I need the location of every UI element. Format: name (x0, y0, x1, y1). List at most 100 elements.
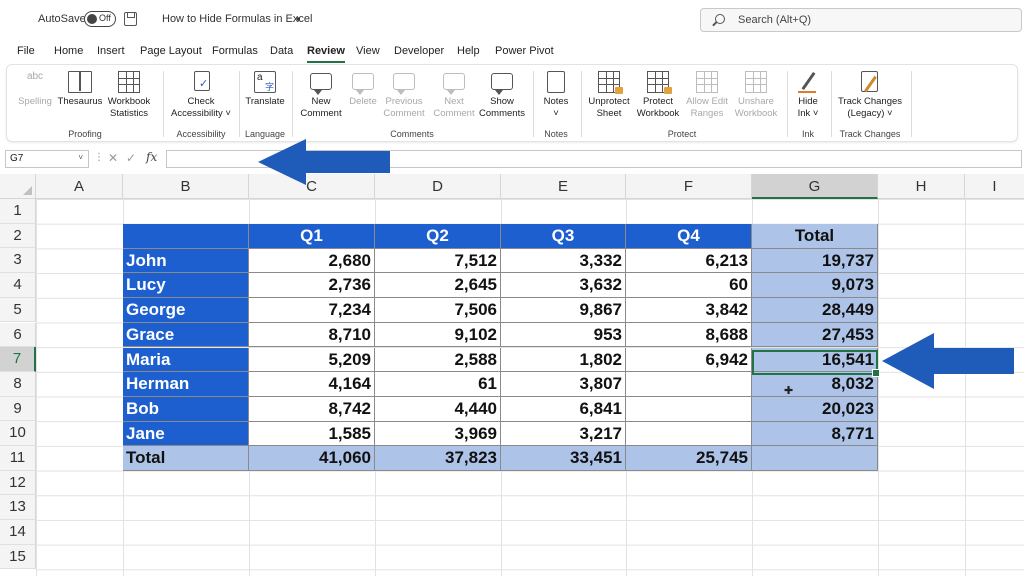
table-value-cell[interactable]: 61 (375, 372, 501, 397)
formula-bar-grip-icon[interactable]: ⋮ (94, 152, 104, 163)
table-value-cell[interactable]: 9,102 (375, 322, 501, 348)
table-value-cell[interactable] (626, 372, 752, 397)
title-dropdown-icon[interactable]: ▾ (296, 14, 301, 25)
save-icon[interactable] (124, 12, 137, 26)
table-name-cell[interactable]: Maria (123, 347, 249, 373)
table-total-cell[interactable]: 27,453 (752, 322, 878, 348)
tab-view[interactable]: View (356, 45, 380, 57)
table-value-cell[interactable]: 4,440 (375, 396, 501, 422)
table-header-cell[interactable]: Q4 (626, 224, 752, 249)
check-accessibility-button[interactable]: Check Accessibility ˅ (167, 71, 235, 120)
row-header-11[interactable]: 11 (0, 446, 36, 471)
table-value-cell[interactable]: 3,969 (375, 421, 501, 447)
table-value-cell[interactable]: 2,736 (249, 273, 375, 299)
track-changes-button[interactable]: Track Changes (Legacy) ˅ (835, 71, 905, 120)
row-header-6[interactable]: 6 (0, 322, 36, 348)
table-value-cell[interactable] (626, 421, 752, 447)
delete-comment-button[interactable]: Delete (345, 71, 381, 108)
table-header-cell[interactable]: Q3 (501, 224, 626, 249)
row-header-15[interactable]: 15 (0, 544, 36, 570)
unshare-workbook-button[interactable]: Unshare Workbook (731, 71, 781, 120)
new-comment-button[interactable]: New Comment (297, 71, 345, 120)
workbook-statistics-button[interactable]: Workbook Statistics (105, 71, 153, 120)
table-total-cell[interactable]: 19,737 (752, 248, 878, 274)
table-value-cell[interactable]: 1,585 (249, 421, 375, 447)
tab-insert[interactable]: Insert (97, 45, 125, 57)
table-value-cell[interactable]: 3,217 (501, 421, 626, 447)
row-header-5[interactable]: 5 (0, 297, 36, 323)
cancel-icon[interactable]: ✕ (108, 151, 118, 165)
tab-file[interactable]: File (17, 45, 35, 57)
table-value-cell[interactable]: 3,807 (501, 372, 626, 397)
column-header-a[interactable]: A (36, 174, 123, 199)
row-header-2[interactable]: 2 (0, 223, 36, 249)
enter-icon[interactable]: ✓ (126, 151, 136, 165)
allow-edit-ranges-button[interactable]: Allow Edit Ranges (683, 71, 731, 120)
table-value-cell[interactable]: 3,332 (501, 248, 626, 274)
translate-button[interactable]: Translate (243, 71, 287, 108)
row-header-14[interactable]: 14 (0, 520, 36, 545)
table-value-cell[interactable]: 60 (626, 273, 752, 299)
hide-ink-button[interactable]: Hide Ink ˅ (791, 71, 825, 120)
insert-function-icon[interactable]: fx (146, 150, 157, 164)
row-header-12[interactable]: 12 (0, 470, 36, 496)
protect-workbook-button[interactable]: Protect Workbook (633, 71, 683, 120)
table-total-cell[interactable]: 9,073 (752, 273, 878, 299)
table-name-cell[interactable]: Herman (123, 372, 249, 397)
table-totals-cell[interactable]: 33,451 (501, 446, 626, 471)
table-totals-cell[interactable]: 25,745 (626, 446, 752, 471)
table-value-cell[interactable]: 8,688 (626, 322, 752, 348)
column-header-d[interactable]: D (375, 174, 501, 199)
column-header-e[interactable]: E (501, 174, 626, 199)
select-all-corner[interactable] (0, 174, 36, 199)
table-value-cell[interactable]: 7,506 (375, 298, 501, 323)
table-value-cell[interactable] (626, 396, 752, 422)
table-name-cell[interactable]: John (123, 248, 249, 274)
row-header-7[interactable]: 7 (0, 347, 36, 372)
table-value-cell[interactable]: 2,645 (375, 273, 501, 299)
row-header-8[interactable]: 8 (0, 371, 36, 397)
column-header-h[interactable]: H (878, 174, 965, 199)
table-value-cell[interactable]: 7,234 (249, 298, 375, 323)
table-value-cell[interactable]: 2,680 (249, 248, 375, 274)
column-header-i[interactable]: I (965, 174, 1024, 199)
column-header-b[interactable]: B (123, 174, 249, 199)
document-title[interactable]: How to Hide Formulas in Excel (162, 13, 312, 25)
table-name-cell[interactable]: George (123, 298, 249, 323)
table-total-cell[interactable]: 28,449 (752, 298, 878, 323)
table-value-cell[interactable]: 6,841 (501, 396, 626, 422)
row-header-10[interactable]: 10 (0, 421, 36, 446)
column-header-f[interactable]: F (626, 174, 752, 199)
row-header-9[interactable]: 9 (0, 396, 36, 422)
table-name-cell[interactable]: Lucy (123, 273, 249, 299)
table-value-cell[interactable]: 8,742 (249, 396, 375, 422)
table-header-cell[interactable] (123, 224, 249, 249)
table-value-cell[interactable]: 4,164 (249, 372, 375, 397)
table-header-cell[interactable]: Total (752, 224, 878, 249)
row-header-4[interactable]: 4 (0, 273, 36, 298)
search-input[interactable]: Search (Alt+Q) (700, 8, 1022, 32)
row-header-3[interactable]: 3 (0, 248, 36, 274)
tab-developer[interactable]: Developer (394, 45, 444, 57)
table-value-cell[interactable]: 3,632 (501, 273, 626, 299)
table-value-cell[interactable]: 2,588 (375, 347, 501, 373)
table-value-cell[interactable]: 953 (501, 322, 626, 348)
table-totals-cell[interactable] (752, 446, 878, 471)
table-value-cell[interactable]: 3,842 (626, 298, 752, 323)
tab-formulas[interactable]: Formulas (212, 45, 258, 57)
table-value-cell[interactable]: 6,942 (626, 347, 752, 373)
previous-comment-button[interactable]: Previous Comment (381, 71, 427, 120)
table-total-cell[interactable]: 20,023 (752, 396, 878, 422)
row-header-1[interactable]: 1 (0, 199, 36, 224)
table-name-cell[interactable]: Bob (123, 396, 249, 422)
table-totals-cell[interactable]: 41,060 (249, 446, 375, 471)
autosave-toggle[interactable]: Off (84, 11, 116, 27)
thesaurus-button[interactable]: Thesaurus (57, 71, 103, 108)
table-totals-label[interactable]: Total (123, 446, 249, 471)
tab-data[interactable]: Data (270, 45, 293, 57)
column-header-g[interactable]: G (752, 174, 878, 199)
name-box-dropdown-icon[interactable]: ˅ (78, 153, 83, 162)
spelling-button[interactable]: abc Spelling (15, 71, 55, 108)
notes-button[interactable]: Notes ˅ (537, 71, 575, 120)
unprotect-sheet-button[interactable]: Unprotect Sheet (585, 71, 633, 120)
